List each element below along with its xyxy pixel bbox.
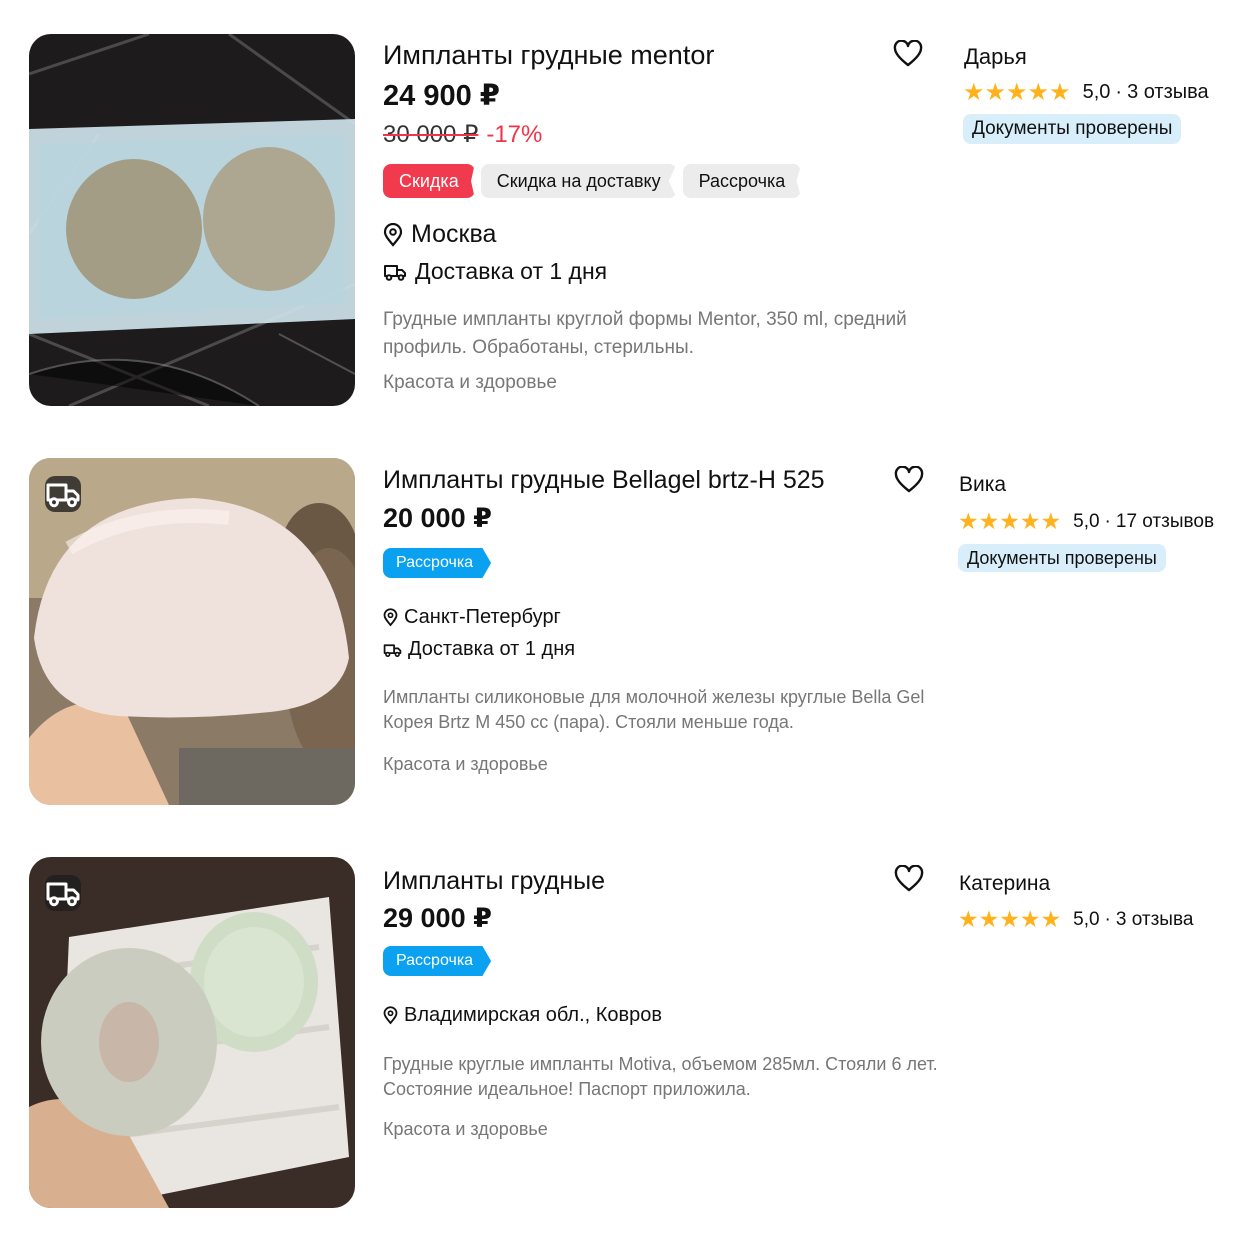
rating-value: 5,0 xyxy=(1082,81,1111,103)
badge-row: Скидка Скидка на доставку Рассрочка xyxy=(383,164,802,198)
location-text: Владимирская обл., Ковров xyxy=(404,1004,663,1026)
seller-name[interactable]: Дарья xyxy=(964,44,1027,70)
listing-description: Грудные круглые импланты Motiva, объемом… xyxy=(383,1054,938,1100)
rating-stars: ★ ★ ★ ★ ★ xyxy=(963,79,1071,106)
location-pin-icon xyxy=(383,1006,398,1025)
delivery-row: Доставка от 1 дня xyxy=(383,258,607,285)
listing-card[interactable]: Импланты грудные 29 000 ₽ Рассрочка Влад… xyxy=(0,857,1254,1208)
location-row: Владимирская обл., Ковров xyxy=(383,1004,662,1027)
listing-price: 20 000 ₽ xyxy=(383,503,492,533)
seller-rating: ★ ★ ★ ★ ★ 5,0 · 17 отзывов xyxy=(958,508,1215,534)
listing-photo[interactable] xyxy=(29,458,355,805)
listing-photo[interactable] xyxy=(29,857,355,1208)
delivery-text: Доставка от 1 дня xyxy=(408,638,576,660)
listing-category: Красота и здоровье xyxy=(383,1119,548,1139)
listing-title[interactable]: Импланты грудные Bellagel brtz-H 525 xyxy=(383,466,825,495)
badge-row: Рассрочка xyxy=(383,946,492,976)
seller-rating: ★ ★ ★ ★ ★ 5,0 · 3 отзыва xyxy=(958,906,1194,932)
seller-rating: ★ ★ ★ ★ ★ 5,0 · 3 отзыва xyxy=(963,79,1209,106)
old-price: 30 000 ₽ xyxy=(383,121,479,148)
badge-delivery-discount: Скидка на доставку xyxy=(480,164,677,198)
verified-badge: Документы проверены xyxy=(963,114,1182,144)
listing-category: Красота и здоровье xyxy=(383,754,548,774)
verified-badge: Документы проверены xyxy=(958,544,1166,572)
listing-card[interactable]: Импланты грудные mentor 24 900 ₽ 30 000 … xyxy=(0,34,1254,406)
badge-installment: Рассрочка xyxy=(383,548,492,578)
location-pin-icon xyxy=(383,222,403,247)
rating-value: 5,0 xyxy=(1073,510,1100,532)
favorite-heart-icon[interactable] xyxy=(894,466,924,494)
reviews-count[interactable]: 3 отзыва xyxy=(1127,81,1209,104)
listing-photo[interactable] xyxy=(29,34,355,406)
location-text: Санкт-Петербург xyxy=(404,606,561,628)
delivery-text: Доставка от 1 дня xyxy=(415,258,608,284)
location-row: Москва xyxy=(383,220,496,249)
reviews-count[interactable]: 3 отзыва xyxy=(1116,909,1194,931)
rating-stars: ★ ★ ★ ★ ★ xyxy=(958,906,1062,932)
rating-value: 5,0 xyxy=(1073,908,1100,930)
listing-card[interactable]: Импланты грудные Bellagel brtz-H 525 20 … xyxy=(0,458,1254,805)
location-text: Москва xyxy=(411,220,497,248)
old-price-row: 30 000 ₽ -17% xyxy=(383,120,542,149)
listing-title[interactable]: Импланты грудные xyxy=(383,867,605,896)
badge-installment: Рассрочка xyxy=(383,946,492,976)
delivery-available-badge xyxy=(45,476,81,512)
listing-category: Красота и здоровье xyxy=(383,372,557,393)
favorite-heart-icon[interactable] xyxy=(894,865,924,893)
delivery-truck-icon xyxy=(46,483,80,508)
favorite-heart-icon[interactable] xyxy=(893,40,923,68)
listing-description: Грудные импланты круглой формы Mentor, 3… xyxy=(383,309,907,358)
delivery-row: Доставка от 1 дня xyxy=(383,638,575,661)
delivery-truck-icon xyxy=(46,882,80,907)
delivery-truck-icon xyxy=(384,264,406,281)
listing-price: 29 000 ₽ xyxy=(383,903,492,933)
listing-price: 24 900 ₽ xyxy=(383,80,500,112)
badge-installment: Рассрочка xyxy=(682,164,802,198)
delivery-available-badge xyxy=(45,875,81,911)
delivery-truck-icon xyxy=(383,643,402,657)
listing-title[interactable]: Импланты грудные mentor xyxy=(383,40,714,71)
seller-name[interactable]: Катерина xyxy=(959,872,1050,896)
badge-discount: Скидка xyxy=(383,164,475,198)
badge-row: Рассрочка xyxy=(383,548,492,578)
reviews-count[interactable]: 17 отзывов xyxy=(1116,511,1214,533)
discount-percent: -17% xyxy=(486,121,543,148)
listing-description: Импланты силиконовые для молочной железы… xyxy=(383,687,925,733)
rating-stars: ★ ★ ★ ★ ★ xyxy=(958,508,1062,534)
seller-name[interactable]: Вика xyxy=(959,473,1006,497)
location-pin-icon xyxy=(383,608,398,627)
location-row: Санкт-Петербург xyxy=(383,606,561,629)
